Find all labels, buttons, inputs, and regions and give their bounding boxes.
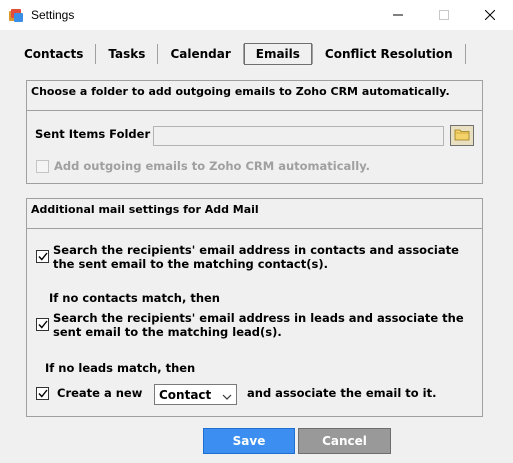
sent-items-heading: Choose a folder to add outgoing emails t… (27, 81, 482, 111)
checkmark-icon (37, 320, 48, 329)
window-title: Settings (31, 8, 75, 22)
auto-add-label: Add outgoing emails to Zoho CRM automati… (54, 159, 370, 173)
checkmark-icon (37, 252, 48, 261)
add-mail-group: Additional mail settings for Add Mail (26, 198, 483, 417)
tab-separator (464, 44, 466, 64)
search-leads-line2: sent email to the matching lead(s). (53, 325, 282, 339)
search-contacts-line1: Search the recipients' email address in … (53, 243, 459, 257)
folder-icon (454, 128, 470, 144)
app-icon (8, 7, 24, 23)
title-bar: Settings (0, 0, 513, 30)
tab-strip: Contacts Tasks Calendar Emails Conflict … (12, 41, 466, 67)
chevron-down-icon (222, 390, 232, 404)
search-contacts-checkbox[interactable] (36, 250, 49, 263)
sent-items-folder-label: Sent Items Folder (35, 127, 151, 141)
browse-folder-button[interactable] (450, 125, 474, 146)
search-leads-line1: Search the recipients' email address in … (53, 311, 464, 325)
search-leads-label: Search the recipients' email address in … (53, 311, 464, 339)
maximize-icon (421, 0, 467, 30)
create-new-checkbox[interactable] (36, 387, 49, 400)
sent-items-folder-field[interactable] (153, 126, 444, 146)
close-icon[interactable] (467, 0, 513, 30)
add-mail-heading: Additional mail settings for Add Mail (27, 199, 482, 229)
save-button[interactable]: Save (203, 428, 295, 454)
record-type-select[interactable]: Contact (154, 384, 237, 405)
auto-add-checkbox[interactable] (36, 160, 49, 173)
minimize-icon[interactable] (375, 0, 421, 30)
cancel-button[interactable]: Cancel (298, 428, 391, 454)
settings-panel: Contacts Tasks Calendar Emails Conflict … (0, 30, 513, 463)
tab-calendar[interactable]: Calendar (158, 43, 242, 65)
tab-emails[interactable]: Emails (243, 43, 312, 65)
associate-label: and associate the email to it. (247, 386, 437, 400)
search-contacts-line2: the sent email to the matching contact(s… (53, 257, 328, 271)
record-type-value: Contact (159, 387, 212, 402)
no-contacts-label: If no contacts match, then (49, 291, 220, 305)
checkmark-icon (37, 389, 48, 398)
tab-tasks[interactable]: Tasks (96, 43, 157, 65)
tab-conflict-resolution[interactable]: Conflict Resolution (313, 43, 465, 65)
no-leads-label: If no leads match, then (45, 361, 196, 375)
search-leads-checkbox[interactable] (36, 318, 49, 331)
search-contacts-label: Search the recipients' email address in … (53, 243, 459, 271)
create-new-label: Create a new (57, 386, 143, 400)
tab-contacts[interactable]: Contacts (12, 43, 95, 65)
